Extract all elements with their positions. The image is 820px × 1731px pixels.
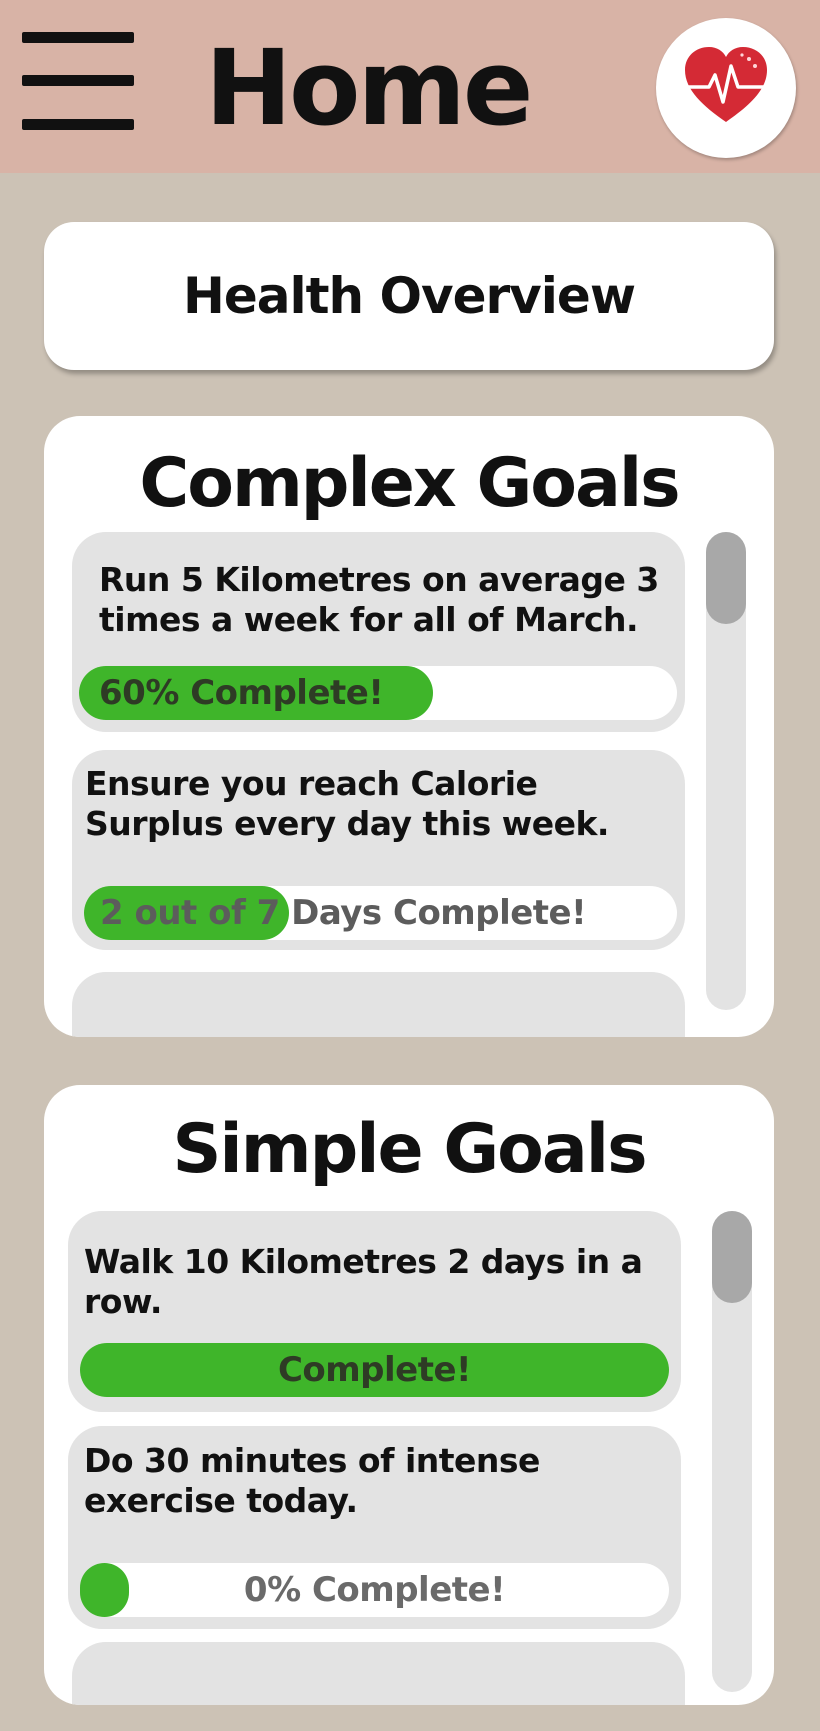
progress-label: Complete!: [277, 1350, 472, 1390]
simple-goals-scrollbar[interactable]: [712, 1211, 752, 1692]
progress-bar: 0% Complete!: [80, 1563, 669, 1617]
simple-goals-card: Simple Goals Walk 10 Kilometres 2 days i…: [44, 1085, 774, 1705]
hamburger-menu-icon[interactable]: [22, 32, 134, 130]
progress-label: 0% Complete!: [243, 1570, 506, 1610]
progress-bar: 2 out of 7 Days Complete!: [84, 886, 677, 940]
goal-item[interactable]: Do 30 minutes of intense exercise today.…: [68, 1426, 681, 1629]
goal-text: Do 30 minutes of intense exercise today.: [84, 1441, 540, 1520]
complex-goals-card: Complex Goals Run 5 Kilometres on averag…: [44, 416, 774, 1037]
goal-text: Walk 10 Kilometres 2 days in a row.: [84, 1242, 643, 1321]
health-button[interactable]: [656, 18, 796, 158]
progress-label: 60% Complete!: [99, 673, 384, 713]
scroll-thumb[interactable]: [706, 532, 746, 624]
goal-item[interactable]: [72, 972, 685, 1037]
goal-text: Run 5 Kilometres on average 3 times a we…: [99, 560, 659, 639]
goal-item[interactable]: Ensure you reach Calorie Surplus every d…: [72, 750, 685, 950]
health-overview-label: Health Overview: [182, 267, 636, 325]
scroll-thumb[interactable]: [712, 1211, 752, 1303]
complex-goals-scrollbar[interactable]: [706, 532, 746, 1010]
health-overview-button[interactable]: Health Overview: [44, 222, 774, 370]
app-header: Home: [0, 0, 820, 173]
goal-item[interactable]: Walk 10 Kilometres 2 days in a row. Comp…: [68, 1211, 681, 1412]
simple-goals-heading: Simple Goals: [172, 1110, 647, 1189]
progress-bar: 60% Complete!: [79, 666, 677, 720]
progress-bar: Complete!: [80, 1343, 669, 1397]
goal-item[interactable]: Run 5 Kilometres on average 3 times a we…: [72, 532, 685, 732]
progress-label: 2 out of 7 Days Complete!: [100, 893, 587, 933]
heart-rate-icon: [685, 47, 767, 122]
complex-goals-heading: Complex Goals: [139, 444, 680, 523]
goal-item[interactable]: [72, 1642, 685, 1705]
page-title: Home: [205, 27, 533, 149]
goal-text: Ensure you reach Calorie Surplus every d…: [85, 764, 609, 843]
